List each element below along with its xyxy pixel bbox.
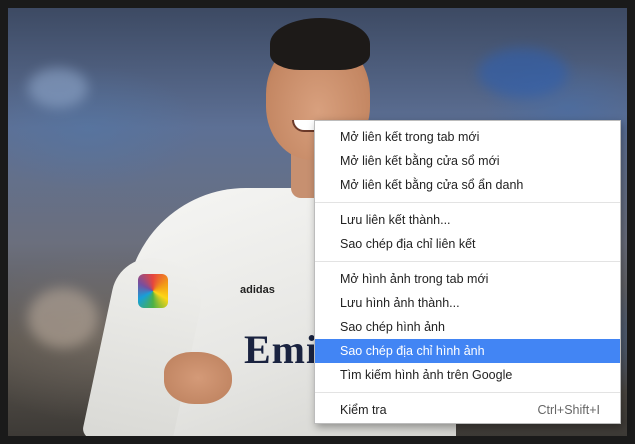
menu-item-open-link-new-tab[interactable]: Mở liên kết trong tab mới <box>315 125 620 149</box>
menu-item-save-link-as[interactable]: Lưu liên kết thành... <box>315 208 620 232</box>
crowd-blur <box>28 68 88 108</box>
crowd-blur <box>478 48 568 98</box>
menu-item-open-link-new-window[interactable]: Mở liên kết bằng cửa sổ mới <box>315 149 620 173</box>
menu-item-copy-image-address[interactable]: Sao chép địa chỉ hình ảnh <box>315 339 620 363</box>
menu-item-search-image-google[interactable]: Tìm kiếm hình ảnh trên Google <box>315 363 620 387</box>
menu-separator <box>315 392 620 393</box>
menu-separator <box>315 261 620 262</box>
menu-separator <box>315 202 620 203</box>
player-hair <box>270 18 370 70</box>
menu-item-open-link-incognito[interactable]: Mở liên kết bằng cửa sổ ẩn danh <box>315 173 620 197</box>
league-badge-logo <box>138 274 168 308</box>
jersey-sponsor-logo: Emi <box>244 327 319 372</box>
jersey-brand-logo: adidas <box>240 284 275 296</box>
menu-item-inspect-label: Kiểm tra <box>340 403 387 417</box>
menu-item-inspect[interactable]: Kiểm tra Ctrl+Shift+I <box>315 398 620 422</box>
menu-item-open-image-new-tab[interactable]: Mở hình ảnh trong tab mới <box>315 267 620 291</box>
menu-item-copy-image[interactable]: Sao chép hình ảnh <box>315 315 620 339</box>
menu-item-copy-link-address[interactable]: Sao chép địa chỉ liên kết <box>315 232 620 256</box>
context-menu: Mở liên kết trong tab mới Mở liên kết bằ… <box>314 120 621 424</box>
crowd-blur <box>28 288 98 348</box>
menu-item-inspect-shortcut: Ctrl+Shift+I <box>537 403 600 417</box>
menu-item-save-image-as[interactable]: Lưu hình ảnh thành... <box>315 291 620 315</box>
player-hand <box>164 352 232 404</box>
